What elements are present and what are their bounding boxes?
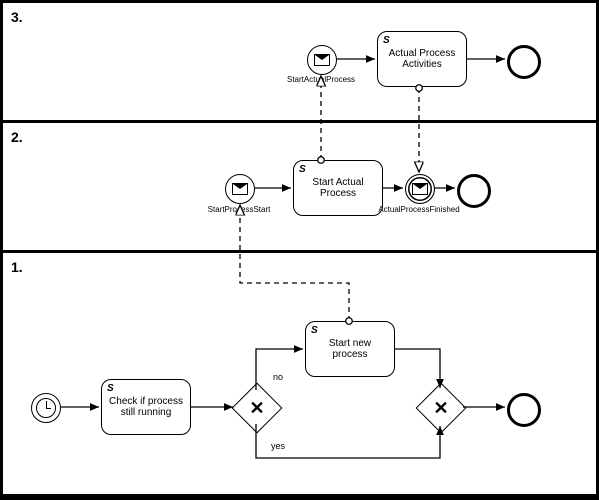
timer-start-event[interactable] [31,393,61,423]
lane-1: 1. S Check if process still running ✕ no… [3,253,596,497]
start-event-actual-process-label: StartActualProcess [271,75,371,84]
task-label: Check if process still running [106,396,186,419]
task-marker-icon: S [299,164,306,176]
exclusive-gateway-icon: ✕ [240,391,274,425]
lane-2-number: 2. [11,129,23,145]
task-label: Actual Process Activities [382,48,462,71]
lane-3-number: 3. [11,9,23,25]
task-label: Start Actual Process [298,177,378,200]
gateway-split[interactable]: ✕ [232,383,283,434]
exclusive-gateway-icon: ✕ [424,391,458,425]
intermediate-event-finished[interactable] [405,174,435,204]
lane-1-number: 1. [11,259,23,275]
envelope-icon [314,54,330,66]
start-event-actual-process[interactable] [307,45,337,75]
task-marker-icon: S [383,35,390,47]
end-event-lane1[interactable] [507,393,541,427]
task-label: Start new process [310,338,390,361]
lane-3: 3. StartActualProcess S Actual Process A… [3,3,596,123]
task-actual-process-activities[interactable]: S Actual Process Activities [377,31,467,87]
end-event-lane3[interactable] [507,45,541,79]
task-marker-icon: S [311,325,318,337]
start-event-start-process-label: StartProcessStart [189,205,289,214]
task-marker-icon: S [107,383,114,395]
task-start-new-process[interactable]: S Start new process [305,321,395,377]
start-event-start-process[interactable] [225,174,255,204]
lane-2: 2. StartProcessStart S Start Actual Proc… [3,123,596,253]
envelope-icon [412,183,428,195]
intermediate-event-finished-label: ActualProcessFinished [369,205,469,214]
task-check-running[interactable]: S Check if process still running [101,379,191,435]
bpmn-canvas: 3. StartActualProcess S Actual Process A… [0,0,599,500]
gateway-yes-label: yes [271,441,285,451]
gateway-no-label: no [273,372,283,382]
end-event-lane2[interactable] [457,174,491,208]
gateway-merge[interactable]: ✕ [416,383,467,434]
clock-icon [36,398,56,418]
envelope-icon [232,183,248,195]
